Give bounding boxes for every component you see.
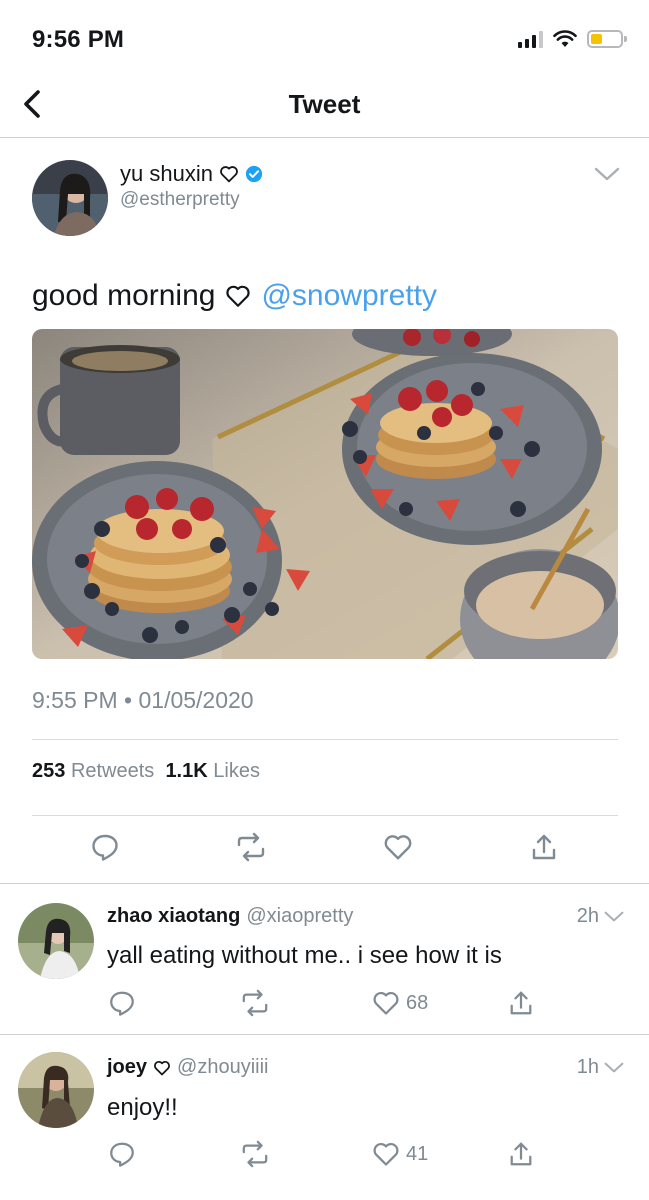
wifi-icon	[553, 30, 577, 47]
reply-age: 2h	[576, 905, 599, 927]
retweet-button[interactable]	[240, 1137, 270, 1171]
tweet-actions	[0, 827, 649, 867]
reply-text: enjoy!!	[107, 1094, 178, 1121]
author-name-text: yu shuxin	[120, 161, 213, 186]
like-icon	[373, 1142, 399, 1166]
tweet-text: good morning @snowpretty	[32, 279, 437, 313]
share-icon	[532, 834, 556, 860]
reply-button[interactable]	[108, 986, 136, 1020]
heart-outline-icon	[154, 1060, 170, 1075]
cellular-signal-icon	[518, 30, 543, 48]
reply-author-handle[interactable]: @xiaopretty	[246, 905, 353, 928]
reply-icon	[110, 1142, 134, 1167]
chevron-down-icon[interactable]	[604, 910, 624, 923]
author-handle[interactable]: @estherpretty	[120, 189, 240, 211]
reply-text: yall eating without me.. i see how it is	[107, 942, 502, 969]
divider	[32, 815, 618, 816]
retweet-label[interactable]: Retweets	[71, 760, 154, 782]
reply-actions: 68	[0, 986, 649, 1020]
reply-tweet[interactable]: joey @zhouyiiii 1h enjoy!! 41	[0, 1036, 649, 1200]
like-icon	[373, 991, 399, 1015]
heart-outline-icon	[226, 285, 251, 307]
divider	[32, 739, 618, 740]
reply-button[interactable]	[108, 1137, 136, 1171]
reply-icon	[92, 834, 118, 861]
avatar[interactable]	[18, 1052, 94, 1128]
like-count[interactable]: 1.1K	[165, 760, 207, 782]
share-button[interactable]	[508, 986, 534, 1020]
tweet-timestamp: 9:55 PM • 01/05/2020	[32, 687, 254, 713]
nav-bar: Tweet	[0, 72, 649, 138]
like-icon	[384, 835, 412, 860]
like-button[interactable]: 41	[372, 1137, 428, 1171]
share-button[interactable]	[524, 827, 564, 867]
avatar[interactable]	[18, 903, 94, 979]
retweet-icon	[242, 989, 268, 1017]
mention-link[interactable]: @snowpretty	[261, 279, 437, 313]
like-button[interactable]	[378, 827, 418, 867]
reply-tweet[interactable]: zhao xiaotang @xiaopretty 2h yall eating…	[0, 885, 649, 1035]
reply-author-handle[interactable]: @zhouyiiii	[177, 1056, 268, 1079]
reply-author-name[interactable]: zhao xiaotang	[107, 905, 240, 928]
chevron-down-icon[interactable]	[604, 1061, 624, 1074]
main-tweet: yu shuxin @estherpretty good morning @sn…	[0, 139, 649, 884]
author-name[interactable]: yu shuxin	[120, 161, 263, 187]
author-avatar[interactable]	[32, 160, 108, 236]
reply-icon	[110, 991, 134, 1016]
tweet-body: good morning	[32, 279, 216, 312]
status-time: 9:56 PM	[32, 26, 125, 53]
reply-header: zhao xiaotang @xiaopretty	[107, 905, 353, 928]
like-button[interactable]: 68	[372, 986, 428, 1020]
like-label[interactable]: Likes	[213, 760, 260, 782]
retweet-icon	[237, 832, 265, 862]
tweet-stats: 253 Retweets 1.1K Likes	[32, 760, 260, 783]
retweet-button[interactable]	[231, 827, 271, 867]
reply-like-count: 68	[406, 991, 429, 1014]
reply-age: 1h	[576, 1056, 599, 1078]
reply-actions: 41	[0, 1137, 649, 1171]
status-indicators	[518, 26, 627, 52]
tweet-photo-pancakes[interactable]	[32, 329, 618, 659]
share-button[interactable]	[508, 1137, 534, 1171]
verified-badge-icon	[245, 165, 263, 183]
retweet-count[interactable]: 253	[32, 760, 65, 782]
retweet-button[interactable]	[240, 986, 270, 1020]
battery-icon	[587, 30, 627, 48]
reply-author-name[interactable]: joey	[107, 1056, 147, 1079]
heart-outline-icon	[220, 166, 238, 183]
reply-like-count: 41	[406, 1142, 429, 1165]
reply-button[interactable]	[85, 827, 125, 867]
reply-header: joey @zhouyiiii	[107, 1056, 268, 1079]
share-icon	[510, 991, 532, 1015]
share-icon	[510, 1142, 532, 1166]
chevron-down-icon[interactable]	[594, 166, 620, 182]
status-bar: 9:56 PM	[0, 0, 649, 72]
retweet-icon	[242, 1140, 268, 1168]
page-title: Tweet	[288, 89, 361, 119]
